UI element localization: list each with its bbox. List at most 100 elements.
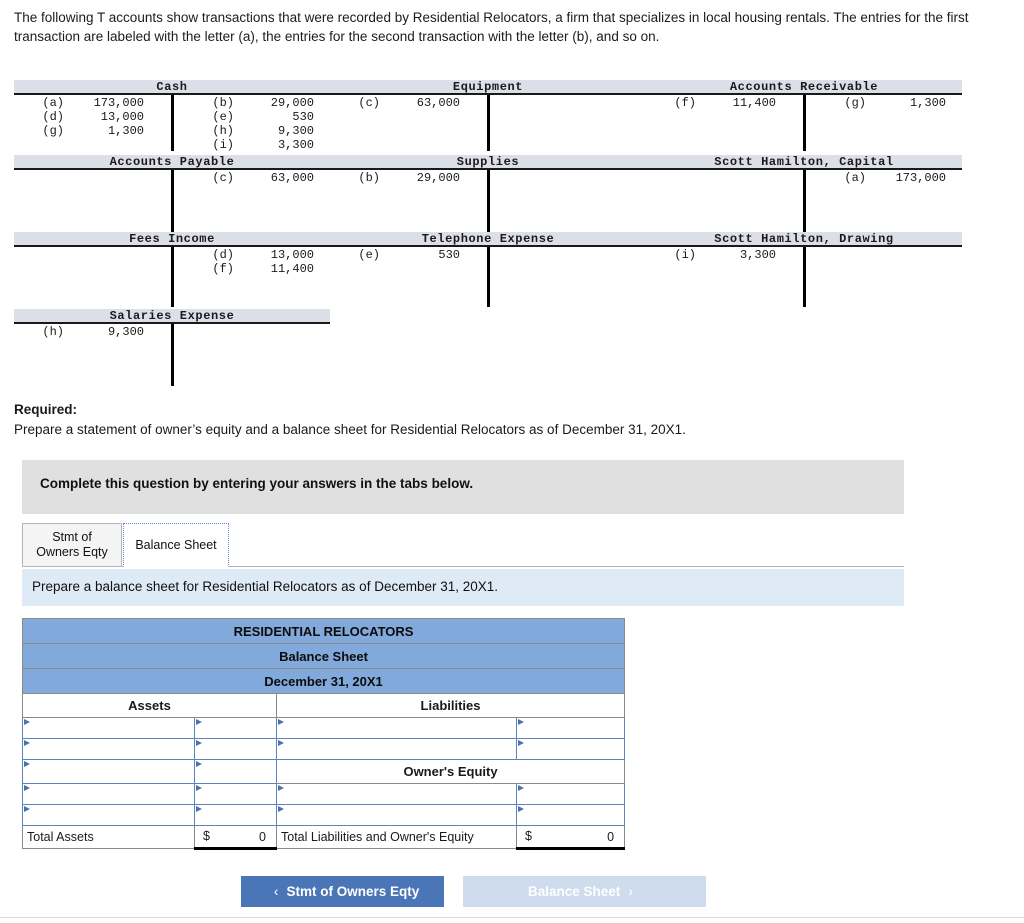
t-entry-ref: (c) [358,96,380,110]
asset-amount-input-2[interactable] [194,738,277,760]
t-account-credit-side: (g) 1,300 [804,95,962,110]
t-entry: (b) 29,000 [172,96,330,110]
t-entry-ref: (e) [212,110,234,124]
t-account-title: Scott Hamilton, Capital [646,155,962,170]
tab-instruction-text: Prepare a balance sheet for Residential … [32,579,499,594]
section-header-owners-equity: Owner's Equity [275,759,626,784]
liability-amount-input-2[interactable] [515,738,626,760]
intro-paragraph: The following T accounts show transactio… [14,10,969,44]
answer-tabs: Stmt of Owners Eqty Balance Sheet [22,523,904,568]
next-tab-button[interactable]: Balance Sheet › [463,876,706,907]
t-entry: (d) 13,000 [172,248,330,262]
t-entry-ref: (f) [212,262,234,276]
currency-symbol: $ [203,829,210,843]
t-entry-ref: (a) [42,96,64,110]
statement-date: December 31, 20X1 [21,668,626,694]
required-text: Prepare a statement of owner’s equity an… [14,422,686,437]
t-account-row: Fees Income (d) 13,000 (f) 11,400 Telephon… [14,232,1010,309]
table-row [22,783,626,805]
prev-tab-button[interactable]: ‹ Stmt of Owners Eqty [241,876,444,907]
t-entry-ref: (d) [212,248,234,262]
t-account-body: (f) 11,400 (g) 1,300 [646,95,962,161]
asset-amount-input-3[interactable] [194,759,277,784]
asset-amount-input-4[interactable] [194,783,277,805]
t-account-title: Equipment [330,80,646,95]
t-entry: (a) 173,000 [14,96,172,110]
equity-amount-input-2[interactable] [515,804,626,826]
t-entry: (g) 1,300 [14,124,172,138]
t-entry-amount: 1,300 [909,96,946,110]
table-row-statement: Balance Sheet [21,643,626,669]
t-account-equipment: Equipment (c) 63,000 [330,80,646,161]
liability-label-input-2[interactable] [276,738,517,760]
t-account-debit-side [646,170,804,171]
t-entry: (f) 11,400 [172,262,330,276]
table-row [22,738,626,760]
asset-label-input-5[interactable] [22,804,195,826]
total-liabilities-equity-value: $ 0 [515,825,626,850]
t-entry-amount: 3,300 [739,248,776,262]
asset-label-input-2[interactable] [22,738,195,760]
equity-label-input-1[interactable] [276,783,517,805]
t-account-row: Salaries Expense (h) 9,300 [14,309,1010,386]
asset-amount-input-1[interactable] [194,717,277,739]
t-account-debit-side: (i) 3,300 [646,247,804,262]
t-entry-amount: 530 [292,110,314,124]
t-account-credit-side: (d) 13,000 (f) 11,400 [172,247,330,276]
t-entry: (h) 9,300 [172,124,330,138]
t-account-title: Fees Income [14,232,330,247]
t-account-credit-side [804,247,962,248]
t-account-scott-hamilton-drawing: Scott Hamilton, Drawing (i) 3,300 [646,232,962,313]
t-account-body: (a) 173,000 (d) 13,000 (g) 1,300 (b) 29,000 … [14,95,330,161]
t-entry-amount: 173,000 [895,171,946,185]
t-entry-ref: (g) [844,96,866,110]
tab-stmt-of-owners-eqty[interactable]: Stmt of Owners Eqty [22,523,122,567]
t-account-title: Scott Hamilton, Drawing [646,232,962,247]
t-account-row: Accounts Payable (c) 63,000 Supplies (b) 2… [14,155,1010,232]
asset-label-input-3[interactable] [22,759,195,784]
liability-amount-input-1[interactable] [515,717,626,739]
t-entry-amount: 63,000 [416,96,460,110]
t-account-debit-side: (e) 530 [330,247,488,262]
t-entry-ref: (b) [212,96,234,110]
t-account-credit-side [488,247,646,248]
t-entry: (e) 530 [330,248,488,262]
equity-amount-input-1[interactable] [515,783,626,805]
balance-sheet-table: RESIDENTIAL RELOCATORS Balance Sheet Dec… [21,618,626,850]
t-account-title: Cash [14,80,330,95]
t-entry-amount: 11,400 [732,96,776,110]
asset-amount-input-5[interactable] [194,804,277,826]
t-account-telephone-expense: Telephone Expense (e) 530 [330,232,646,313]
chevron-left-icon: ‹ [273,883,279,899]
required-label: Required: [14,402,78,417]
table-row-column-headers: Assets Liabilities [22,693,626,718]
t-entry-amount: 63,000 [270,171,314,185]
total-liabilities-equity-amount: 0 [607,829,615,844]
t-account-debit-side: (h) 9,300 [14,324,172,339]
t-entry-ref: (c) [212,171,234,185]
t-account-title: Accounts Payable [14,155,330,170]
t-entry: (h) 9,300 [14,325,172,339]
chevron-right-icon: › [628,883,633,899]
company-name: RESIDENTIAL RELOCATORS [21,618,626,644]
currency-symbol: $ [525,829,532,843]
t-entry-ref: (d) [42,110,64,124]
statement-name: Balance Sheet [21,643,626,669]
footer-divider [0,917,1024,918]
t-entry-ref: (i) [212,138,234,152]
t-account-debit-side [14,247,172,248]
liability-label-input-1[interactable] [276,717,517,739]
asset-label-input-1[interactable] [22,717,195,739]
tab-balance-sheet[interactable]: Balance Sheet [123,523,229,567]
equity-label-input-2[interactable] [276,804,517,826]
table-row-totals: Total Assets $ 0 Total Liabilities and O… [22,825,626,850]
tab-instruction-bar: Prepare a balance sheet for Residential … [22,569,904,606]
asset-label-input-4[interactable] [22,783,195,805]
t-entry-ref: (f) [674,96,696,110]
t-account-title: Telephone Expense [330,232,646,247]
t-entry: (g) 1,300 [804,96,962,110]
t-account-title: Supplies [330,155,646,170]
t-account-title: Accounts Receivable [646,80,962,95]
t-account-row: Cash (a) 173,000 (d) 13,000 (g) 1,300 (b) 29… [14,80,1010,155]
t-account-credit-side: (b) 29,000 (e) 530 (h) 9,300 (i) 3,300 [172,95,330,152]
